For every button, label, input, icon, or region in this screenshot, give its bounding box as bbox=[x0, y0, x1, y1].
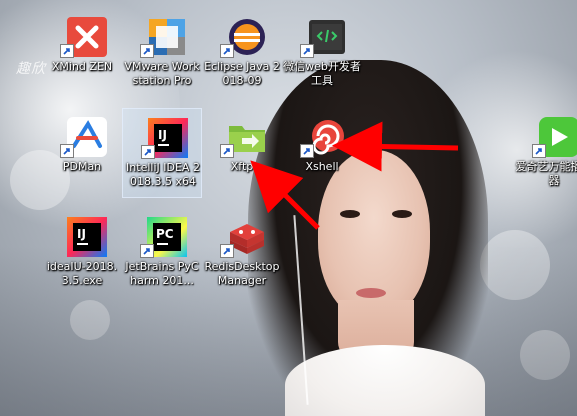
desktop[interactable]: 趣欣 XMind ZEN VMware Workstation Pro Ecli… bbox=[0, 0, 577, 416]
annotation-arrow-xftp bbox=[250, 160, 320, 230]
